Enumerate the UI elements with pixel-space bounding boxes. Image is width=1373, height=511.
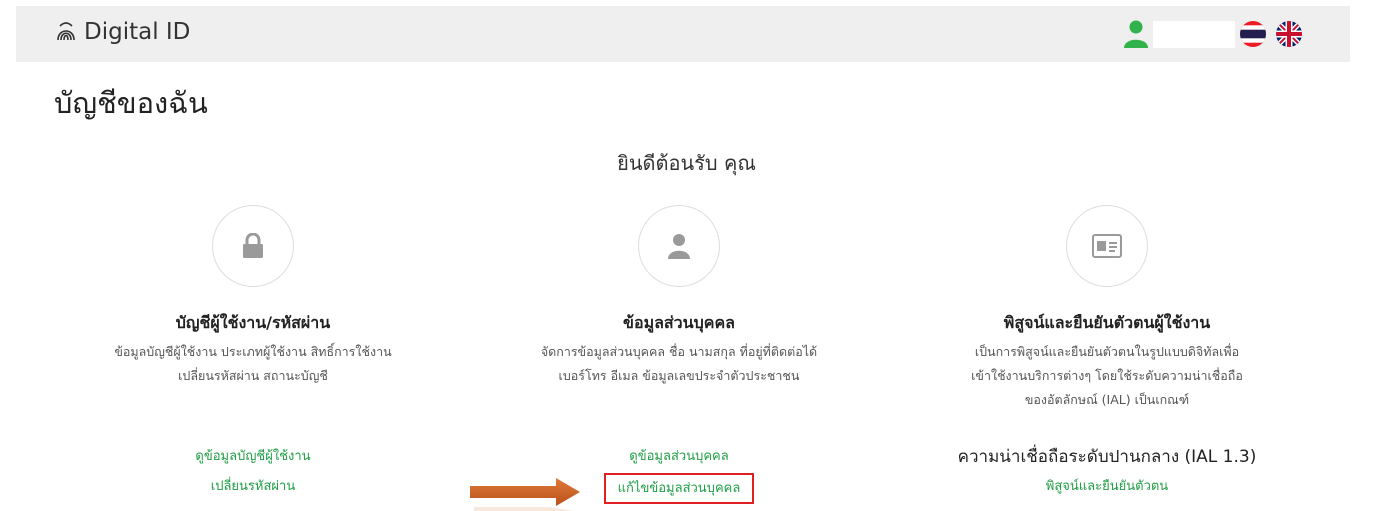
user-icon-circle <box>638 205 720 287</box>
card-links: ความน่าเชื่อถือระดับปานกลาง (IAL 1.3) พิ… <box>897 442 1317 502</box>
fingerprint-icon <box>57 22 75 41</box>
card-description: เป็นการพิสูจน์และยืนยันตัวตนในรูปแบบดิจิ… <box>907 340 1307 412</box>
desc-line: เบอร์โทร อีเมล ข้อมูลเลขประจำตัวประชาชน <box>558 368 800 383</box>
id-card-icon-circle <box>1066 205 1148 287</box>
desc-line: จัดการข้อมูลส่วนบุคคล ชื่อ นามสกุล ที่อย… <box>540 344 818 359</box>
uk-flag-icon[interactable] <box>1276 21 1302 47</box>
thai-flag-icon[interactable] <box>1240 21 1266 47</box>
user-name[interactable] <box>1153 21 1235 48</box>
highlight-box: แก้ไขข้อมูลส่วนบุคคล <box>603 473 755 504</box>
change-password-link[interactable]: เปลี่ยนรหัสผ่าน <box>43 472 463 502</box>
desc-line: เปลี่ยนรหัสผ่าน สถานะบัญชี <box>178 368 328 383</box>
desc-line: เป็นการพิสูจน์และยืนยันตัวตนในรูปแบบดิจิ… <box>974 344 1240 359</box>
account-card: บัญชีผู้ใช้งาน/รหัสผ่าน ข้อมูลบัญชีผู้ใช… <box>43 205 463 494</box>
lock-icon <box>243 233 263 258</box>
identity-card: พิสูจน์และยืนยันตัวตนผู้ใช้งาน เป็นการพิ… <box>897 205 1317 494</box>
top-bar: Digital ID <box>16 6 1350 62</box>
welcome-text: ยินดีต้อนรับ คุณ <box>617 151 756 175</box>
card-description: จัดการข้อมูลส่วนบุคคล ชื่อ นามสกุล ที่อย… <box>479 340 879 388</box>
lock-icon-circle <box>212 205 294 287</box>
card-links: ดูข้อมูลบัญชีผู้ใช้งาน เปลี่ยนรหัสผ่าน <box>43 442 463 502</box>
desc-line: เข้าใช้งานบริการต่างๆ โดยใช้ระดับความน่า… <box>971 368 1243 383</box>
desc-line: ของอัตลักษณ์ (IAL) เป็นเกณฑ์ <box>1024 392 1190 407</box>
card-description: ข้อมูลบัญชีผู้ใช้งาน ประเภทผู้ใช้งาน สิท… <box>53 340 453 388</box>
card-title: พิสูจน์และยืนยันตัวตนผู้ใช้งาน <box>1003 313 1211 332</box>
desc-line: ข้อมูลบัญชีผู้ใช้งาน ประเภทผู้ใช้งาน สิท… <box>114 344 392 359</box>
user-icon[interactable] <box>1123 20 1149 48</box>
brand[interactable]: Digital ID <box>56 19 190 45</box>
view-personal-info-link[interactable]: ดูข้อมูลส่วนบุคคล <box>469 442 889 472</box>
card-title: ข้อมูลส่วนบุคคล <box>623 313 735 332</box>
view-account-link[interactable]: ดูข้อมูลบัญชีผู้ใช้งาน <box>43 442 463 472</box>
ial-level-text: ความน่าเชื่อถือระดับปานกลาง (IAL 1.3) <box>957 447 1257 467</box>
brand-title: Digital ID <box>84 19 191 45</box>
id-card-icon <box>1092 234 1122 258</box>
personal-info-card: ข้อมูลส่วนบุคคล จัดการข้อมูลส่วนบุคคล ชื… <box>469 205 889 504</box>
edit-personal-info-link[interactable]: แก้ไขข้อมูลส่วนบุคคล <box>618 475 741 502</box>
page-title: บัญชีของฉัน <box>54 86 208 120</box>
person-icon <box>668 234 690 259</box>
arrow-icon <box>470 478 580 511</box>
verify-identity-link[interactable]: พิสูจน์และยืนยันตัวตน <box>897 472 1317 502</box>
card-title: บัญชีผู้ใช้งาน/รหัสผ่าน <box>175 313 331 332</box>
